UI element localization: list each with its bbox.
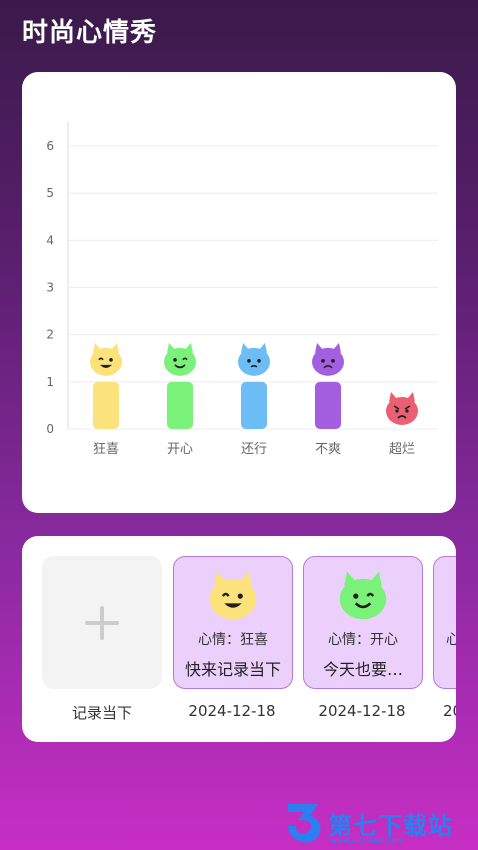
mood-bar-chart: 0 1 2 3 4 5 6 狂喜 开心 还行 不爽 超烂 (46, 122, 438, 457)
y-tick-label: 1 (46, 375, 54, 389)
y-tick-label: 6 (46, 139, 54, 153)
angry-face-icon (386, 392, 418, 425)
record-card-1[interactable]: 心情：狂喜 快来记录当下 (173, 556, 293, 689)
watermark-logo-icon (288, 804, 321, 843)
smile-face-icon-shape (339, 571, 387, 620)
smile-face-icon (339, 571, 387, 620)
bar-狂喜 (93, 381, 119, 429)
x-tick-label: 开心 (167, 442, 193, 457)
record-note: 快来记录当下 (184, 660, 281, 679)
record-card-2[interactable]: 心情：开心 今天也要… (303, 556, 423, 689)
bar-还行 (241, 381, 267, 429)
record-mood: 心情： (446, 629, 456, 649)
record-mood: 心情：开心 (328, 632, 398, 648)
y-tick-label: 0 (46, 422, 54, 436)
x-tick-label: 还行 (241, 442, 267, 457)
add-record-button[interactable] (42, 556, 162, 689)
x-tick-label: 狂喜 (93, 442, 119, 457)
unhappy-face-icon (312, 342, 344, 376)
y-tick-label: 3 (46, 281, 54, 295)
happy-face-icon-shape (209, 571, 257, 620)
record-mood: 心情：狂喜 (198, 632, 268, 648)
app-title: 时尚心情秀 (22, 18, 158, 48)
x-tick-label: 不爽 (315, 442, 341, 457)
records-card: 记录当下 心情：狂喜 快来记录当下 2024-12-18 心情：开心 今天也要…… (22, 536, 456, 742)
happy-face-icon (209, 571, 257, 620)
record-date: 2024-12-18 (188, 702, 276, 720)
y-tick-label: 2 (46, 328, 54, 342)
record-card-3[interactable]: 心情： (433, 556, 456, 689)
record-date: 2024-12-18 (443, 702, 456, 720)
watermark: 第七下载站 www.d7xiazai.com (284, 800, 474, 846)
mood-chart-card: 0 1 2 3 4 5 6 狂喜 开心 还行 不爽 超烂 (22, 72, 456, 513)
add-record-label: 记录当下 (71, 704, 132, 722)
neutral-face-icon (238, 342, 270, 376)
y-tick-label: 5 (46, 186, 54, 200)
y-tick-label: 4 (46, 233, 54, 247)
bar-开心 (167, 381, 193, 429)
bar-不爽 (315, 381, 341, 429)
x-tick-label: 超烂 (389, 442, 415, 457)
smile-face-icon (164, 342, 196, 376)
plus-icon (85, 605, 119, 640)
watermark-url: www.d7xiazai.com (330, 836, 405, 845)
happy-face-icon (90, 342, 122, 376)
record-date: 2024-12-18 (318, 702, 406, 720)
record-note: 今天也要… (322, 660, 403, 679)
